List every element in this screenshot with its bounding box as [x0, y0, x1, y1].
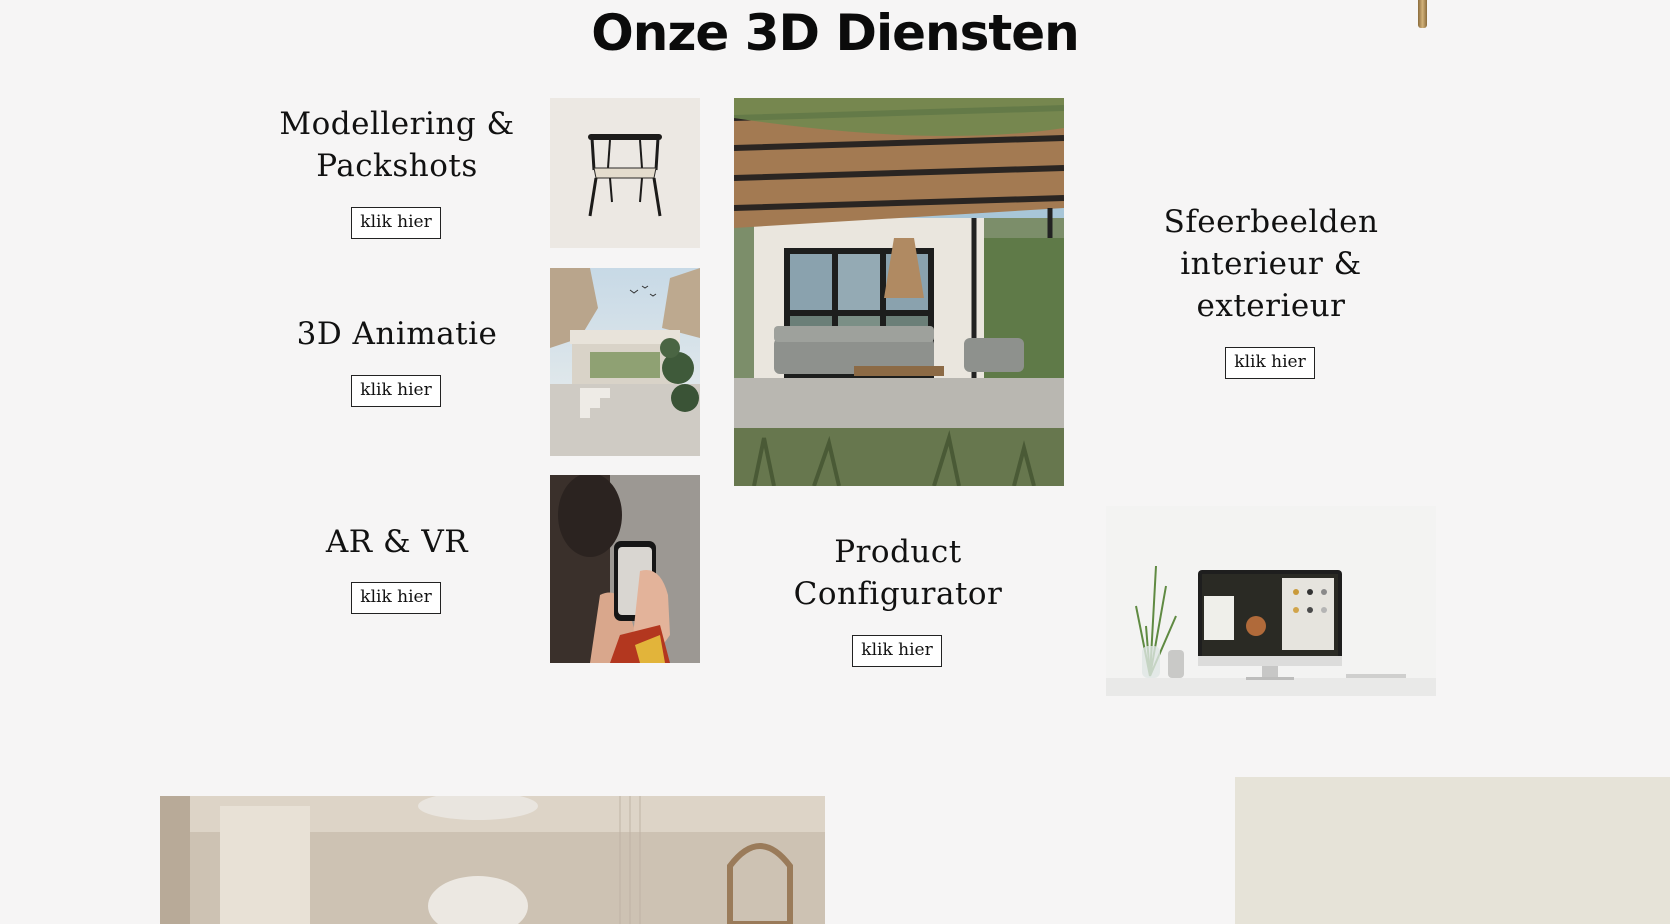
beige-panel [1235, 777, 1670, 924]
configurator-klik-hier-button[interactable]: klik hier [852, 635, 942, 667]
service-title-sfeerbeelden: Sfeerbeelden interieur & exterieur [1163, 204, 1379, 324]
sfeerbeelden-klik-hier-button[interactable]: klik hier [1225, 347, 1315, 379]
ar-vr-klik-hier-button[interactable]: klik hier [351, 582, 441, 614]
animatie-klik-hier-button[interactable]: klik hier [351, 375, 441, 407]
modellering-klik-hier-button[interactable]: klik hier [351, 207, 441, 239]
interior-chandelier-rendering-image[interactable] [160, 796, 825, 924]
service-title-3d-animatie: 3D Animatie [296, 316, 498, 352]
hand-holding-phone-ar-image[interactable] [550, 475, 700, 663]
desktop-configurator-screen-image[interactable] [1106, 506, 1436, 696]
pergola-terrace-rendering-image[interactable] [734, 98, 1064, 486]
service-title-modellering: Modellering & Packshots [279, 106, 515, 184]
decorative-gold-bar [1418, 0, 1427, 28]
service-title-product-configurator: Product Configurator [793, 534, 1003, 612]
3d-animation-architecture-image[interactable] [550, 268, 700, 456]
chair-packshot-image[interactable] [550, 98, 700, 248]
service-title-ar-vr: AR & VR [325, 524, 469, 560]
